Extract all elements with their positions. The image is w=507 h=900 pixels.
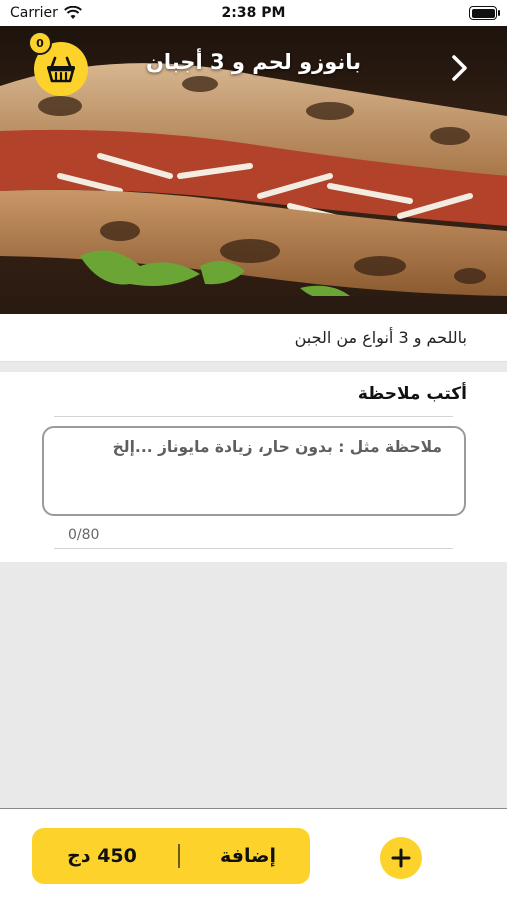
note-field-container <box>42 426 466 516</box>
plus-icon <box>391 848 411 868</box>
note-char-counter: 0/80 <box>68 527 100 543</box>
note-input[interactable] <box>44 428 464 514</box>
product-title: بانوزو لحم و 3 أجبان <box>145 50 362 74</box>
button-separator <box>178 844 180 868</box>
product-description-section: باللحم و 3 أنواع من الجبن <box>0 314 507 362</box>
back-button[interactable] <box>441 50 477 86</box>
basket-icon <box>47 56 75 83</box>
note-divider <box>54 416 453 417</box>
increase-quantity-button[interactable] <box>380 837 422 879</box>
note-heading: أكتب ملاحظة <box>357 384 467 404</box>
price-label: 450 دج <box>67 845 137 867</box>
note-underline <box>54 548 453 549</box>
note-section: أكتب ملاحظة 0/80 <box>0 372 507 562</box>
cart-count-badge: 0 <box>28 31 52 55</box>
bottom-action-bar: 450 دج إضافة <box>0 808 507 900</box>
chevron-right-icon <box>452 55 467 81</box>
add-to-cart-button[interactable]: 450 دج إضافة <box>32 828 310 884</box>
add-label: إضافة <box>220 845 276 867</box>
product-hero-image: بانوزو لحم و 3 أجبان 0 <box>0 26 507 314</box>
battery-icon <box>469 6 500 20</box>
product-description: باللحم و 3 أنواع من الجبن <box>294 328 467 347</box>
status-time: 2:38 PM <box>221 5 286 21</box>
status-bar: Carrier 2:38 PM <box>0 0 507 26</box>
